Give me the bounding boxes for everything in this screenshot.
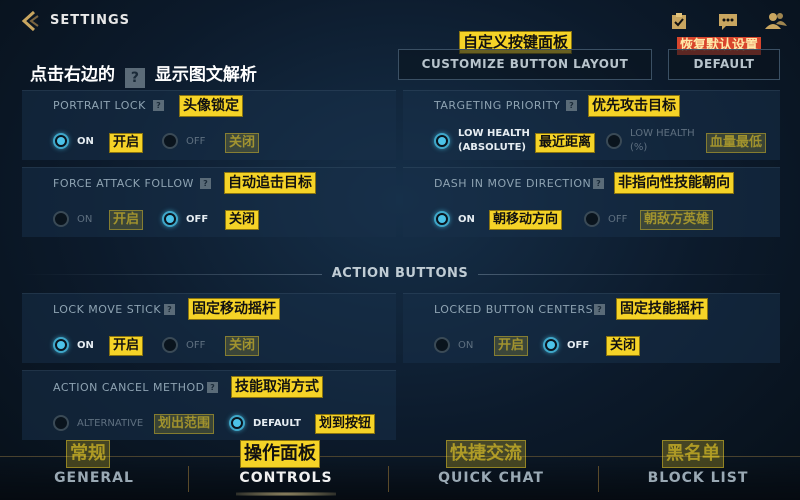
action-cancel-method-annotation: 技能取消方式: [231, 376, 323, 398]
portrait-lock-off-radio[interactable]: [162, 133, 178, 149]
tab-general[interactable]: GENERAL: [14, 470, 174, 486]
tab-controls[interactable]: CONTROLS: [206, 470, 366, 486]
nav-quick-chat-annotation: 快捷交流: [446, 440, 526, 468]
clipboard-check-icon: [672, 13, 686, 29]
help-icon[interactable]: ?: [164, 304, 175, 315]
portrait-lock-off-label: OFF: [186, 136, 206, 147]
section-divider-right: [478, 274, 778, 275]
help-icon[interactable]: ?: [200, 178, 211, 189]
action-cancel-default-label: DEFAULT: [253, 418, 301, 429]
chat-button[interactable]: [718, 13, 738, 31]
help-icon[interactable]: ?: [566, 100, 577, 111]
lock-move-stick-on-label: ON: [77, 340, 94, 351]
force-attack-follow-off-label: OFF: [186, 214, 209, 225]
friends-button[interactable]: [765, 12, 787, 30]
nav-separator: [598, 466, 599, 492]
lock-move-stick-off-radio[interactable]: [162, 337, 178, 353]
help-icon: ?: [124, 68, 145, 88]
help-icon[interactable]: ?: [594, 304, 605, 315]
dash-in-move-direction-annotation: 非指向性技能朝向: [614, 172, 734, 194]
help-icon[interactable]: ?: [593, 178, 604, 189]
force-attack-follow-on-annotation: 开启: [109, 210, 144, 230]
customize-button-layout-button[interactable]: CUSTOMIZE BUTTON LAYOUT: [398, 49, 652, 80]
targeting-low-health-absolute-radio[interactable]: [434, 133, 450, 149]
targeting-low-health-percent-radio[interactable]: [606, 133, 622, 149]
targeting-priority-title: TARGETING PRIORITY: [434, 99, 561, 112]
locked-button-centers-off-label: OFF: [567, 340, 590, 351]
dash-off-radio[interactable]: [584, 211, 600, 227]
portrait-lock-on-annotation: 开启: [109, 133, 144, 153]
back-button[interactable]: [20, 10, 40, 32]
lock-move-stick-off-label: OFF: [186, 340, 206, 351]
targeting-opt2-line2: (%): [630, 142, 648, 153]
lock-move-stick-annotation: 固定移动摇杆: [188, 298, 280, 320]
nav-separator: [388, 466, 389, 492]
targeting-opt1-line2: (ABSOLUTE): [458, 142, 526, 153]
action-buttons-heading: ACTION BUTTONS: [331, 266, 469, 281]
lock-move-stick-off-annotation: 关闭: [225, 336, 260, 356]
dash-in-move-direction-title: DASH IN MOVE DIRECTION: [434, 177, 592, 190]
tab-quick-chat[interactable]: QUICK CHAT: [411, 470, 571, 486]
locked-button-centers-title: LOCKED BUTTON CENTERS: [434, 303, 594, 316]
force-attack-follow-off-annotation: 关闭: [225, 210, 260, 230]
portrait-lock-on-label: ON: [77, 136, 94, 147]
action-cancel-method-title: ACTION CANCEL METHOD: [53, 381, 205, 394]
action-cancel-alternative-label: ALTERNATIVE: [77, 418, 144, 429]
back-chevron-icon: [21, 10, 39, 32]
force-attack-follow-title: FORCE ATTACK FOLLOW: [53, 177, 194, 190]
dash-on-annotation: 朝移动方向: [489, 210, 563, 230]
force-attack-follow-on-label: ON: [77, 214, 93, 225]
help-icon[interactable]: ?: [207, 382, 218, 393]
dash-on-radio[interactable]: [434, 211, 450, 227]
default-button[interactable]: DEFAULT: [668, 49, 780, 80]
force-attack-follow-annotation: 自动追击目标: [224, 172, 316, 194]
nav-general-annotation: 常规: [66, 440, 110, 468]
action-cancel-default-annotation: 划到按钮: [315, 414, 376, 434]
targeting-opt2-line1: LOW HEALTH: [630, 128, 695, 139]
friends-icon: [765, 13, 787, 29]
force-attack-follow-off-radio[interactable]: [162, 211, 178, 227]
tab-block-list[interactable]: BLOCK LIST: [618, 470, 778, 486]
targeting-opt2-label: LOW HEALTH (%): [630, 127, 695, 155]
force-attack-follow-on-radio[interactable]: [53, 211, 69, 227]
dash-off-label: OFF: [608, 214, 628, 225]
action-cancel-alternative-radio[interactable]: [53, 415, 69, 431]
hint-text: 点击右边的 ? 显示图文解析: [30, 60, 257, 88]
dash-off-annotation: 朝敌方英雄: [640, 210, 714, 230]
hint-prefix: 点击右边的: [30, 65, 115, 85]
help-icon[interactable]: ?: [153, 100, 164, 111]
active-tab-glow: [236, 492, 336, 496]
locked-button-centers-on-label: ON: [458, 340, 474, 351]
targeting-opt1-annotation: 最近距离: [535, 133, 596, 153]
portrait-lock-on-radio[interactable]: [53, 133, 69, 149]
portrait-lock-annotation: 头像锁定: [179, 95, 243, 117]
action-cancel-alternative-annotation: 划出范围: [154, 414, 215, 434]
locked-button-centers-on-radio[interactable]: [434, 337, 450, 353]
locked-button-centers-on-annotation: 开启: [494, 336, 529, 356]
lock-move-stick-on-annotation: 开启: [109, 336, 144, 356]
targeting-priority-annotation: 优先攻击目标: [588, 95, 680, 117]
targeting-opt1-line1: LOW HEALTH: [458, 128, 530, 139]
nav-separator: [188, 466, 189, 492]
locked-button-centers-off-annotation: 关闭: [606, 336, 641, 356]
portrait-lock-title: PORTRAIT LOCK: [53, 99, 146, 112]
nav-controls-annotation: 操作面板: [240, 440, 320, 468]
portrait-lock-off-annotation: 关闭: [225, 133, 260, 153]
nav-block-list-annotation: 黑名单: [662, 440, 724, 468]
page-title: SETTINGS: [50, 13, 131, 28]
targeting-opt1-label: LOW HEALTH (ABSOLUTE): [458, 127, 530, 155]
locked-button-centers-annotation: 固定技能摇杆: [616, 298, 708, 320]
action-cancel-default-radio[interactable]: [229, 415, 245, 431]
hint-suffix: 显示图文解析: [154, 65, 257, 85]
targeting-opt2-annotation: 血量最低: [706, 133, 767, 153]
lock-move-stick-on-radio[interactable]: [53, 337, 69, 353]
mission-button[interactable]: [671, 12, 687, 30]
locked-button-centers-off-radio[interactable]: [543, 337, 559, 353]
section-divider-left: [22, 274, 322, 275]
chat-bubble-icon: [719, 14, 737, 30]
lock-move-stick-title: LOCK MOVE STICK: [53, 303, 162, 316]
dash-on-label: ON: [458, 214, 475, 225]
